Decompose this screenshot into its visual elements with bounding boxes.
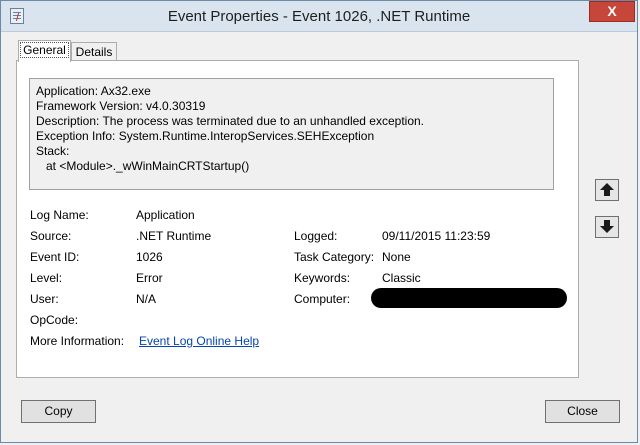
close-button[interactable]: Close (545, 400, 620, 423)
keywords-value: Classic (382, 271, 421, 285)
tab-general-label: General (20, 42, 69, 58)
user-label: User: (30, 292, 59, 306)
previous-event-button[interactable] (595, 179, 619, 201)
computer-label: Computer: (294, 292, 351, 306)
task-category-value: None (382, 250, 411, 264)
tab-details-label: Details (75, 45, 113, 59)
description-textbox[interactable]: Application: Ax32.exe Framework Version:… (29, 78, 554, 190)
more-info-label: More Information: (30, 334, 125, 348)
level-label: Level: (30, 271, 63, 285)
logged-label: Logged: (294, 229, 338, 243)
event-id-label: Event ID: (30, 250, 80, 264)
window-title: Event Properties - Event 1026, .NET Runt… (167, 8, 471, 25)
arrow-down-icon (600, 220, 614, 233)
log-name-label: Log Name: (30, 208, 89, 222)
title-bar: Event Properties - Event 1026, .NET Runt… (1, 1, 637, 32)
event-log-online-help-link[interactable]: Event Log Online Help (139, 334, 259, 348)
user-value: N/A (136, 292, 157, 306)
tab-general[interactable]: General (18, 40, 71, 62)
tab-details[interactable]: Details (71, 42, 117, 62)
source-value: .NET Runtime (136, 229, 212, 243)
task-category-label: Task Category: (294, 250, 375, 264)
keywords-label: Keywords: (294, 271, 351, 285)
opcode-label: OpCode: (30, 313, 79, 327)
level-value: Error (136, 271, 163, 285)
next-event-button[interactable] (595, 216, 619, 238)
copy-button[interactable]: Copy (21, 400, 96, 423)
logged-value: 09/11/2015 11:23:59 (382, 229, 491, 243)
event-id-value: 1026 (136, 250, 163, 264)
log-name-value: Application (136, 208, 195, 222)
window-close-button[interactable]: X (589, 1, 635, 22)
arrow-up-icon (600, 183, 614, 196)
computer-value-redacted (371, 288, 567, 308)
source-label: Source: (30, 229, 72, 243)
